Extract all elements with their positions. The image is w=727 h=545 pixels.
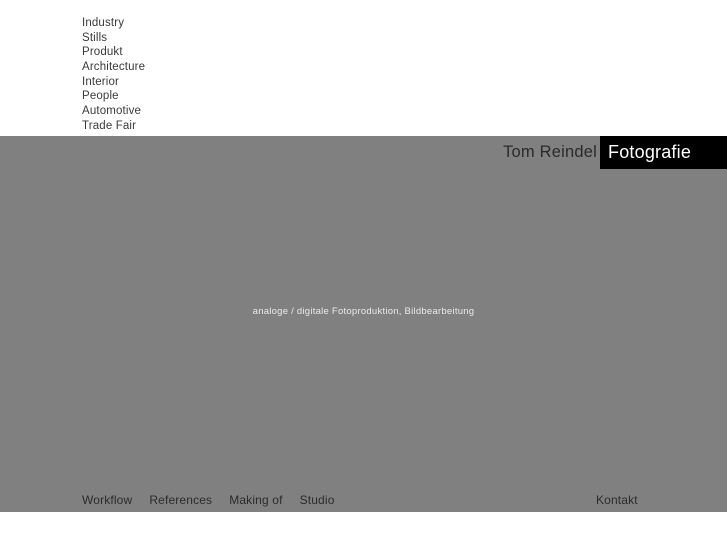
footer-item-making-of[interactable]: Making of — [229, 488, 282, 512]
brand-word: Fotografie — [608, 142, 692, 162]
nav-item-industry[interactable]: Industry — [82, 16, 145, 31]
footer-item-references[interactable]: References — [149, 488, 212, 512]
nav-item-people[interactable]: People — [82, 89, 145, 104]
footer-navigation: Workflow References Making of Studio Kon… — [0, 488, 727, 512]
nav-item-architecture[interactable]: Architecture — [82, 60, 145, 75]
footer-item-studio[interactable]: Studio — [300, 488, 335, 512]
stage-tagline: analoge / digitale Fotoproduktion, Bildb… — [252, 306, 475, 317]
footer-left-group: Workflow References Making of Studio — [82, 488, 335, 512]
footer-item-workflow[interactable]: Workflow — [82, 488, 132, 512]
nav-item-trade-fair[interactable]: Trade Fair — [82, 119, 145, 134]
brand-bar: Tom Reindel Fotografie — [0, 136, 727, 169]
footer-right-group: Kontakt — [596, 488, 638, 512]
nav-item-stills[interactable]: Stills — [82, 31, 145, 46]
category-nav-list: Industry Stills Produkt Architecture Int… — [82, 16, 145, 133]
brand-logo-box: Fotografie — [600, 136, 727, 169]
nav-item-automotive[interactable]: Automotive — [82, 104, 145, 119]
footer-item-kontakt[interactable]: Kontakt — [596, 488, 638, 512]
nav-item-produkt[interactable]: Produkt — [82, 45, 145, 60]
nav-item-interior[interactable]: Interior — [82, 75, 145, 90]
bottom-white-area — [0, 512, 727, 545]
stage-area: Tom Reindel Fotografie analoge / digital… — [0, 136, 727, 512]
brand-name: Tom Reindel — [503, 143, 597, 161]
top-navigation: Industry Stills Produkt Architecture Int… — [0, 0, 727, 136]
